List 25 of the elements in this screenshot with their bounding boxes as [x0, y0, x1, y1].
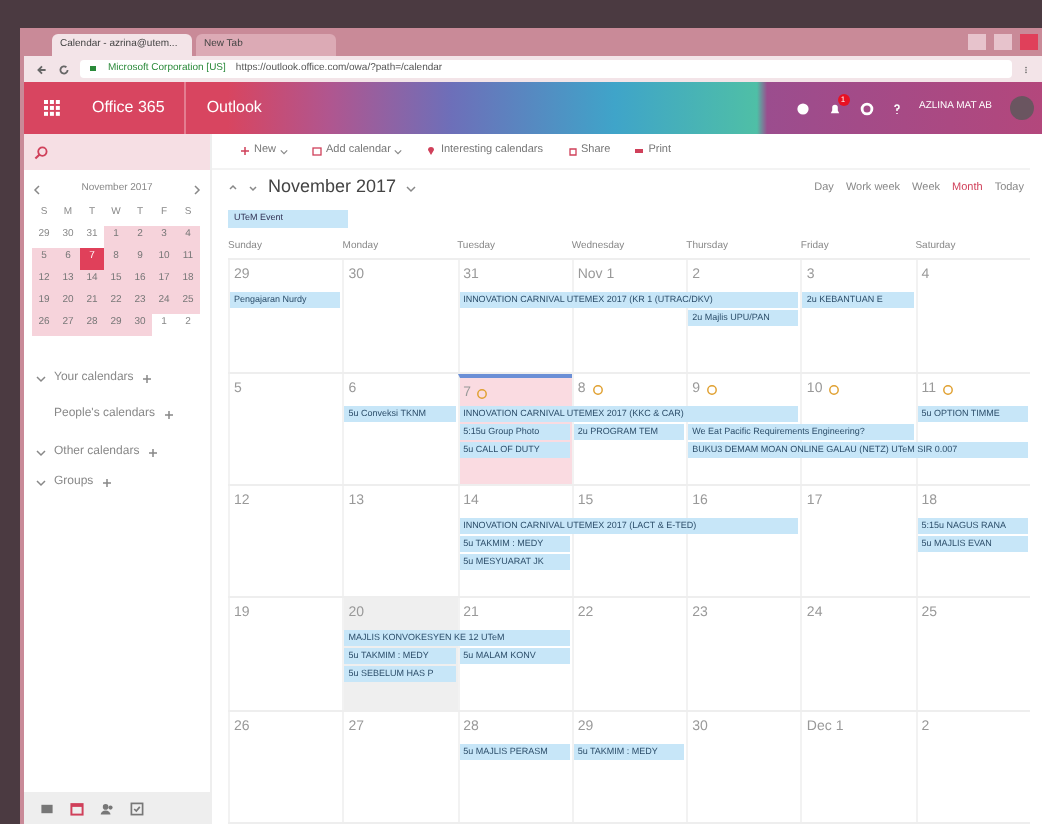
previous-month-icon[interactable] [32, 183, 42, 196]
chevron-down-icon [36, 373, 46, 383]
plus-icon [240, 146, 250, 156]
app-launcher-icon[interactable] [44, 100, 60, 116]
add-icon[interactable] [141, 373, 152, 383]
suite-name[interactable]: Office 365 [92, 96, 165, 120]
calendar-title[interactable]: November 2017 [268, 174, 397, 202]
people-icon[interactable] [100, 801, 114, 815]
tasks-icon[interactable] [130, 801, 144, 815]
help-icon[interactable] [891, 101, 901, 115]
add-icon[interactable] [147, 447, 158, 457]
chevron-down-icon [36, 477, 46, 487]
back-icon[interactable] [36, 63, 48, 75]
pin-icon [426, 146, 437, 156]
app-name[interactable]: Outlook [206, 96, 262, 120]
add-icon[interactable] [101, 477, 112, 487]
reload-icon[interactable] [58, 63, 70, 75]
caret-icon [280, 147, 289, 155]
chevron-down-icon [36, 447, 46, 457]
add-icon[interactable] [163, 410, 174, 420]
caret-icon [394, 147, 403, 155]
next-month-icon[interactable] [191, 183, 202, 196]
caret-icon[interactable] [406, 183, 417, 193]
bell-icon[interactable] [827, 101, 841, 115]
search-icon[interactable] [34, 145, 48, 159]
